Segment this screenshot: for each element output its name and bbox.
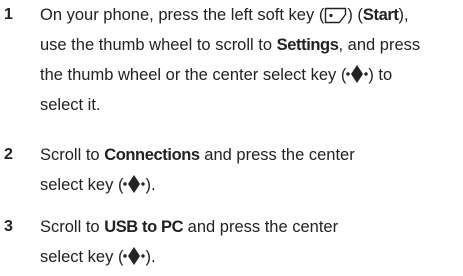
step-number: 1 — [4, 6, 13, 23]
center-select-key-icon — [123, 246, 146, 266]
step-text-run: ), — [398, 6, 409, 24]
step-text-run: use the thumb wheel to scroll to — [40, 36, 277, 54]
usb-to-pc-label: USB to PC — [104, 218, 184, 236]
step-text-run: Scroll to — [40, 218, 105, 236]
step-text-run: and press the center — [199, 146, 355, 164]
step-text-run: ). — [145, 248, 156, 266]
instruction-list: 1 On your phone, press the left soft key… — [0, 0, 463, 276]
step-text-run: On your phone, press the left soft key ( — [40, 6, 325, 24]
step-text: On your phone, press the left soft key (… — [40, 0, 458, 120]
center-select-key-icon — [123, 174, 146, 194]
step-text-run: the thumb wheel or the center select key… — [40, 66, 347, 84]
step-text-run: Scroll to — [40, 146, 105, 164]
step-number: 3 — [4, 218, 13, 235]
step-number: 2 — [4, 146, 13, 163]
step-text: Scroll to Connections and press the cent… — [40, 140, 458, 200]
start-label: Start — [362, 6, 399, 24]
step-text-run: and press the center — [183, 218, 339, 236]
settings-label: Settings — [276, 36, 339, 54]
step-text-run: , and press — [338, 36, 421, 54]
step-text-run: ). — [145, 176, 156, 194]
step-text-run: select key ( — [40, 176, 124, 194]
step-text-run: select it. — [40, 96, 101, 114]
step-text-run: ) ( — [347, 6, 363, 24]
center-select-key-icon — [346, 64, 369, 84]
step-text-run: select key ( — [40, 248, 124, 266]
left-soft-key-icon — [324, 7, 347, 24]
connections-label: Connections — [104, 146, 200, 164]
step-text-run: ) to — [368, 66, 393, 84]
step-text: Scroll to USB to PC and press the center… — [40, 212, 458, 272]
